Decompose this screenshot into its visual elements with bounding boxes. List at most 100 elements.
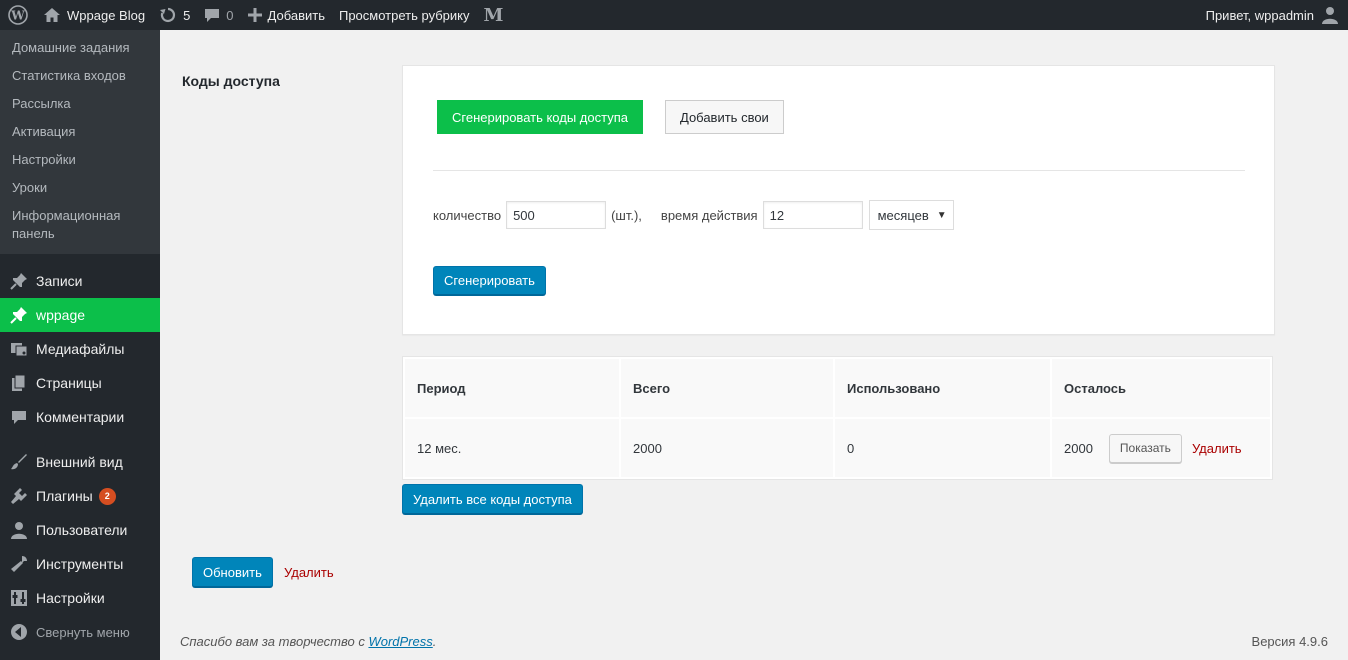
my-account-link[interactable]: Привет, wppadmin <box>1199 0 1348 30</box>
media-icon <box>9 339 29 359</box>
submenu-item-activation[interactable]: Активация <box>0 118 160 146</box>
plus-icon <box>247 8 262 22</box>
generate-access-codes-button[interactable]: Сгенерировать коды доступа <box>437 100 643 134</box>
cell-total: 2000 <box>621 419 833 477</box>
footer-thanks: Спасибо вам за творчество с WordPress. <box>180 634 436 649</box>
access-codes-table: Период Всего Использовано Осталось 12 ме… <box>402 356 1273 480</box>
column-header-period: Период <box>405 359 619 417</box>
admin-sidebar: Домашние задания Статистика входов Рассы… <box>0 30 160 660</box>
plugin-icon <box>9 486 29 506</box>
menu-item-appearance[interactable]: Внешний вид <box>0 445 160 479</box>
quantity-input[interactable] <box>506 201 607 229</box>
menu-label-settings: Настройки <box>36 590 105 606</box>
view-category-link[interactable]: Просмотреть рубрику <box>332 0 477 30</box>
menu-item-settings[interactable]: Настройки <box>0 581 160 615</box>
updates-count: 5 <box>183 7 191 23</box>
menu-label-media: Медиафайлы <box>36 341 125 357</box>
svg-text:W: W <box>10 9 25 23</box>
menu-item-wppage[interactable]: wppage <box>0 298 160 332</box>
delete-all-codes-button[interactable]: Удалить все коды доступа <box>402 484 583 514</box>
quantity-label: количество <box>433 207 502 223</box>
cell-period: 12 мес. <box>405 419 619 477</box>
divider <box>433 170 1245 171</box>
comments-link[interactable]: 0 <box>197 0 240 30</box>
show-codes-button[interactable]: Показать <box>1108 433 1182 463</box>
menu-item-media[interactable]: Медиафайлы <box>0 332 160 366</box>
menu-item-comments[interactable]: Комментарии <box>0 400 160 434</box>
m-logo-icon: M <box>483 4 504 26</box>
users-icon <box>9 520 29 540</box>
menu-label-tools: Инструменты <box>36 556 124 572</box>
collapse-menu-button[interactable]: Свернуть меню <box>0 615 160 649</box>
column-header-left: Осталось <box>1052 359 1270 417</box>
pages-icon <box>9 373 29 393</box>
submenu: Домашние задания Статистика входов Рассы… <box>0 30 160 254</box>
m-plugin-link[interactable]: M <box>477 0 511 30</box>
submenu-item-dashboard[interactable]: Информационная панель <box>0 202 130 248</box>
menu-item-users[interactable]: Пользователи <box>0 513 160 547</box>
admin-bar: W Wppage Blog 5 0 Добавить Просмотреть р… <box>0 0 1348 30</box>
cell-left-value: 2000 <box>1064 440 1093 456</box>
brush-icon <box>9 452 29 472</box>
comments-count: 0 <box>226 7 234 23</box>
updates-icon <box>159 6 177 24</box>
footer-thanks-suffix: . <box>432 634 437 649</box>
cell-left: 2000 Показать Удалить <box>1052 419 1270 477</box>
add-new-link[interactable]: Добавить <box>241 0 332 30</box>
column-header-total: Всего <box>621 359 833 417</box>
menu-item-tools[interactable]: Инструменты <box>0 547 160 581</box>
user-icon <box>1322 6 1338 24</box>
menu-label-posts: Записи <box>36 273 83 289</box>
column-header-used: Использовано <box>835 359 1050 417</box>
submenu-item-mailing[interactable]: Рассылка <box>0 90 160 118</box>
menu-item-posts[interactable]: Записи <box>0 264 160 298</box>
site-name-link[interactable]: Wppage Blog <box>36 0 152 30</box>
site-name: Wppage Blog <box>67 7 146 23</box>
dropdown-caret-icon: ▼ <box>936 209 947 221</box>
quantity-unit: (шт.), <box>611 207 642 223</box>
menu-label-plugins: Плагины <box>36 488 93 504</box>
access-codes-generator-card: Сгенерировать коды доступа Добавить свои… <box>402 65 1275 335</box>
menu-label-users: Пользователи <box>36 522 128 538</box>
view-category-label: Просмотреть рубрику <box>338 7 470 23</box>
submenu-item-homework[interactable]: Домашние задания <box>0 34 160 62</box>
menu-item-plugins[interactable]: Плагины 2 <box>0 479 160 513</box>
wordpress-logo-menu[interactable]: W <box>0 0 36 30</box>
submenu-item-settings[interactable]: Настройки <box>0 146 160 174</box>
pin-icon <box>9 305 29 325</box>
menu-item-pages[interactable]: Страницы <box>0 366 160 400</box>
main-menu: Записи wppage Медиафайлы Страницы Коммен… <box>0 254 160 649</box>
add-new-label: Добавить <box>267 7 325 23</box>
generate-button[interactable]: Сгенерировать <box>433 266 546 295</box>
menu-label-collapse: Свернуть меню <box>36 624 130 640</box>
update-button[interactable]: Обновить <box>192 557 273 587</box>
greeting: Привет, wppadmin <box>1205 7 1314 23</box>
submenu-item-lessons[interactable]: Уроки <box>0 174 160 202</box>
home-icon <box>43 7 61 23</box>
duration-label: время действия <box>660 207 758 223</box>
section-title: Коды доступа <box>182 73 280 89</box>
add-own-codes-button[interactable]: Добавить свои <box>665 100 784 134</box>
delete-link[interactable]: Удалить <box>284 565 334 580</box>
duration-input[interactable] <box>762 201 863 229</box>
menu-label-appearance: Внешний вид <box>36 454 123 470</box>
plugins-update-badge: 2 <box>98 487 116 505</box>
submenu-item-login-stats[interactable]: Статистика входов <box>0 62 160 90</box>
comments-icon <box>9 407 29 427</box>
updates-link[interactable]: 5 <box>152 0 197 30</box>
cell-used: 0 <box>835 419 1050 477</box>
wordpress-link[interactable]: WordPress <box>368 634 432 649</box>
menu-label-comments: Комментарии <box>36 409 125 425</box>
comments-icon <box>204 7 220 23</box>
pin-icon <box>9 271 29 291</box>
tools-icon <box>9 554 29 574</box>
table-row: 12 мес. 2000 0 2000 Показать Удалить <box>405 419 1270 477</box>
collapse-icon <box>9 622 29 642</box>
delete-row-link[interactable]: Удалить <box>1192 441 1242 456</box>
footer-version: Версия 4.9.6 <box>1251 634 1328 649</box>
settings-icon <box>9 588 29 608</box>
duration-unit-select[interactable]: месяцев ▼ <box>868 200 954 230</box>
table-header-row: Период Всего Использовано Осталось <box>405 359 1270 417</box>
main-content: Коды доступа Сгенерировать коды доступа … <box>160 30 1348 660</box>
menu-label-pages: Страницы <box>36 375 102 391</box>
